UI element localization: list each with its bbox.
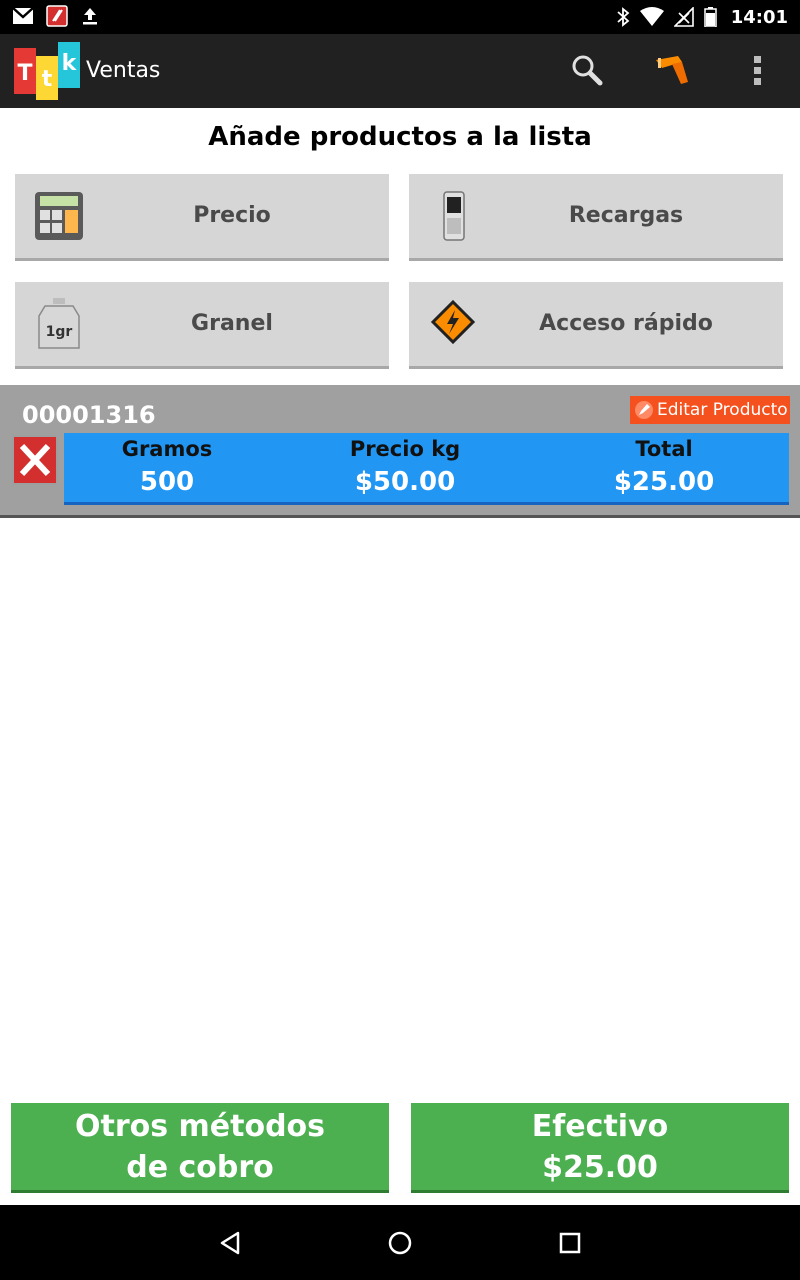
recargas-button[interactable]: Recargas: [409, 174, 783, 261]
precio-kg-value: $50.00: [354, 467, 456, 497]
search-icon: [572, 55, 603, 86]
gramos-column: Gramos 500: [64, 433, 270, 503]
edit-product-button[interactable]: Editar Producto: [630, 396, 790, 424]
acceso-rapido-label: Acceso rápido: [539, 311, 713, 336]
home-button[interactable]: [382, 1225, 418, 1261]
logo-letter-t2: t: [42, 67, 53, 92]
precio-kg-column: Precio kg $50.00: [290, 433, 520, 503]
recargas-label: Recargas: [568, 203, 684, 228]
product-row: 00001316 Editar Producto Gramos 500 Prec…: [0, 385, 800, 518]
total-column: Total $25.00: [544, 433, 784, 503]
app-notification-icon: [46, 5, 68, 27]
granel-label: Granel: [191, 311, 273, 336]
pencil-icon: [635, 401, 653, 419]
back-button[interactable]: [212, 1225, 248, 1261]
logo-letter-t: T: [17, 61, 32, 86]
ttk-logo: T t k: [14, 42, 80, 100]
action-bar: T t k Ventas: [0, 34, 800, 108]
cash-amount: $25.00: [542, 1149, 658, 1185]
search-button[interactable]: [569, 52, 605, 88]
recent-apps-icon: [559, 1232, 581, 1254]
back-icon: [220, 1231, 240, 1255]
total-header: Total: [635, 437, 693, 461]
granel-button[interactable]: 1gr Granel: [15, 282, 389, 369]
status-bar: 14:01: [0, 0, 800, 34]
app-title: Ventas: [86, 58, 161, 83]
svg-text:1gr: 1gr: [46, 324, 73, 340]
product-info-panel[interactable]: Gramos 500 Precio kg $50.00 Total $25.00: [64, 433, 789, 505]
delete-product-button[interactable]: [12, 435, 58, 485]
gmail-icon: [12, 7, 34, 24]
total-value: $25.00: [613, 467, 715, 497]
close-icon: [19, 443, 51, 477]
other-methods-line1: Otros métodos: [74, 1108, 326, 1144]
other-methods-line2: de cobro: [126, 1149, 274, 1185]
overflow-menu-icon: [754, 56, 761, 85]
barcode-scanner-button[interactable]: [654, 52, 690, 88]
other-payment-methods-button[interactable]: Otros métodos de cobro: [11, 1103, 389, 1193]
upload-icon: [83, 8, 97, 25]
recent-apps-button[interactable]: [552, 1225, 588, 1261]
gramos-header: Gramos: [121, 437, 213, 461]
wifi-icon: [639, 7, 664, 26]
status-time: 14:01: [730, 6, 788, 28]
barcode-scanner-icon: [656, 56, 688, 84]
page-heading: Añade productos a la lista: [208, 122, 592, 152]
precio-kg-header: Precio kg: [349, 437, 461, 461]
gramos-value: 500: [139, 467, 195, 497]
battery-icon: [703, 7, 717, 27]
precio-label: Precio: [193, 203, 271, 228]
product-code: 00001316: [22, 401, 156, 429]
cash-line1: Efectivo: [531, 1108, 669, 1144]
overflow-menu-button[interactable]: [740, 52, 776, 88]
edit-product-label: Editar Producto: [657, 400, 788, 420]
precio-button[interactable]: Precio: [15, 174, 389, 261]
bluetooth-icon: [617, 7, 630, 27]
signal-icon: [673, 7, 694, 27]
cash-payment-button[interactable]: Efectivo $25.00: [411, 1103, 789, 1193]
navigation-bar: [0, 1205, 800, 1280]
home-icon: [388, 1231, 412, 1255]
acceso-rapido-button[interactable]: Acceso rápido: [409, 282, 783, 369]
logo-letter-k: k: [62, 51, 78, 76]
